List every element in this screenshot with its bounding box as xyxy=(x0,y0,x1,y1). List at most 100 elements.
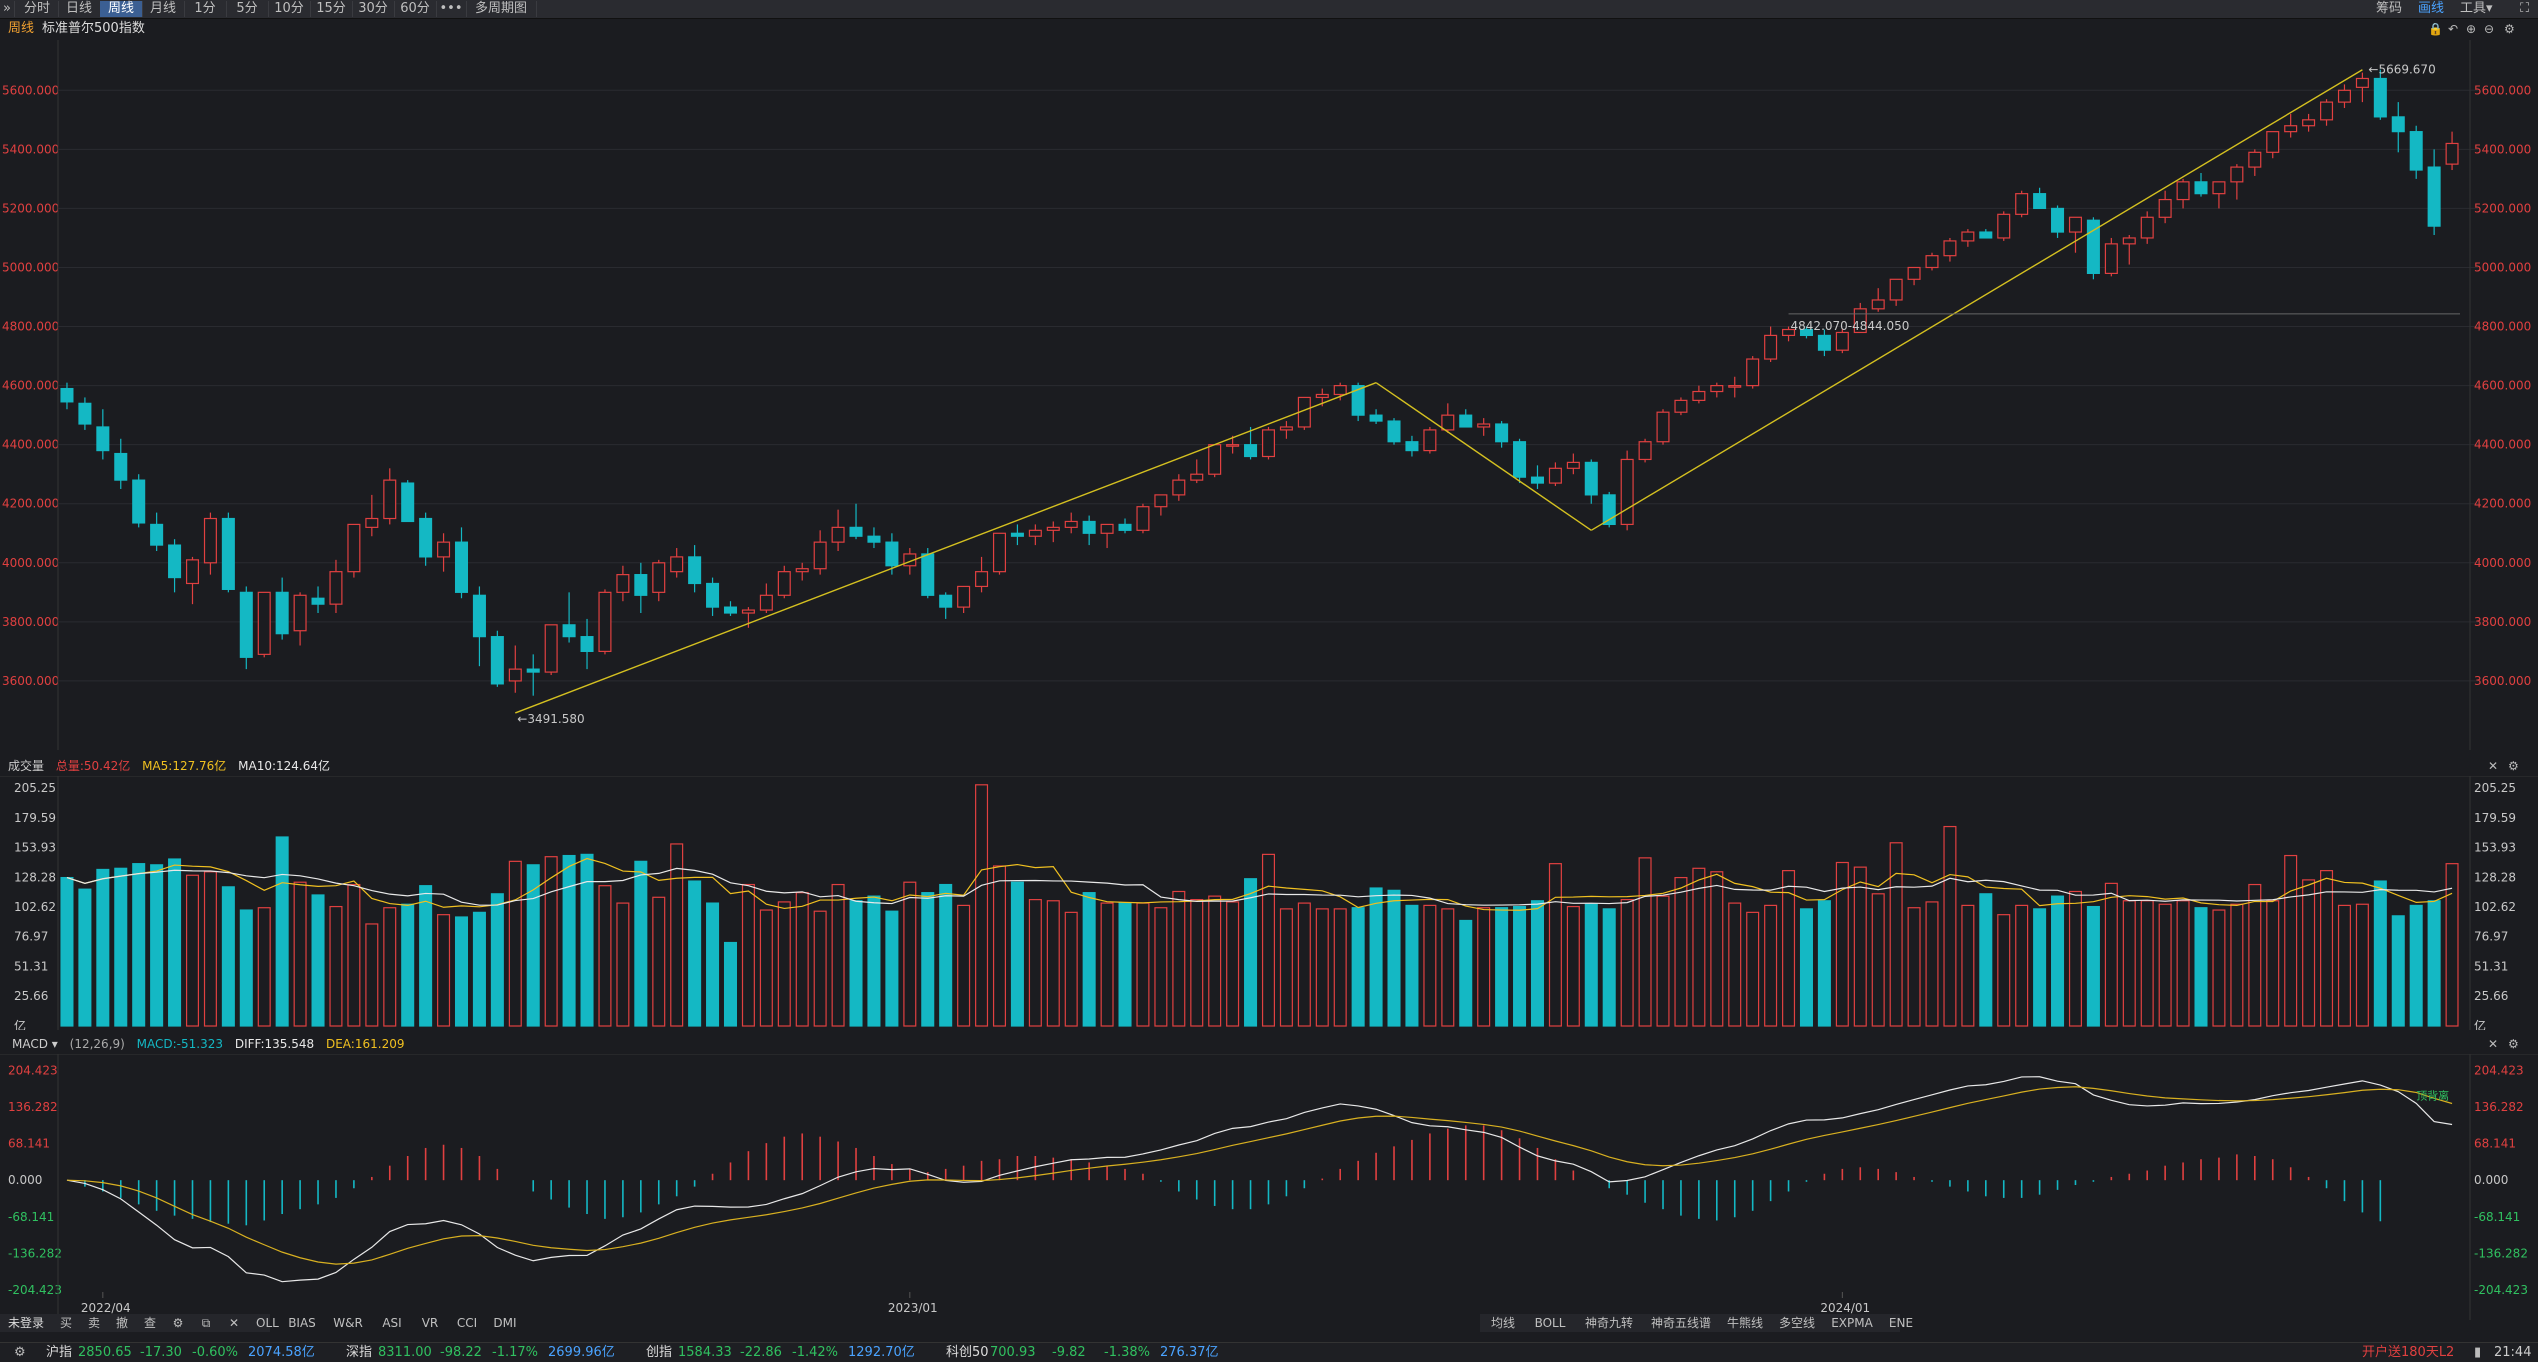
volume-bar xyxy=(1602,908,1616,1027)
overlay-tab-1[interactable]: BOLL xyxy=(1528,1314,1572,1332)
period-tab-5[interactable]: 5分 xyxy=(226,1,269,17)
indicator-tab-asi[interactable]: ASI xyxy=(374,1314,410,1332)
period-tab-9[interactable]: 60分 xyxy=(394,1,437,17)
candle-body xyxy=(419,517,433,558)
volume-title: 成交量 xyxy=(8,759,45,773)
candle-body xyxy=(1764,334,1778,360)
trade-action-2[interactable]: 撤 xyxy=(110,1314,134,1332)
collapse-arrow-icon[interactable]: » xyxy=(0,1,15,17)
period-tab-11[interactable]: 多周期图 xyxy=(466,1,537,17)
indicator-tab-oll[interactable]: OLL xyxy=(256,1314,279,1332)
candle-body xyxy=(1566,461,1580,469)
volume-bar xyxy=(1226,901,1240,1027)
indicator-tab-dmi[interactable]: DMI xyxy=(488,1314,522,1332)
overlay-tab-6[interactable]: EXPMA xyxy=(1826,1314,1878,1332)
candle-body xyxy=(831,526,845,543)
volume-bar xyxy=(1010,881,1024,1027)
draw-line-button[interactable]: 画线 xyxy=(2418,1,2444,17)
period-tab-6[interactable]: 10分 xyxy=(268,1,311,17)
macd-chart[interactable]: 204.423 204.423 136.282 136.282 68.141 68.141… xyxy=(0,1054,2538,1320)
expand-icon[interactable]: ⛶ xyxy=(2520,1,2529,17)
index-name[interactable]: 科创50 xyxy=(946,1343,989,1362)
index-name[interactable]: 深指 xyxy=(346,1343,372,1362)
trade-action-4[interactable]: ⚙ xyxy=(166,1314,190,1332)
trade-action-1[interactable]: 卖 xyxy=(82,1314,106,1332)
volume-bar xyxy=(257,907,271,1027)
undo-icon[interactable]: ↶ xyxy=(2448,22,2458,36)
volume-bar xyxy=(168,858,182,1027)
login-status[interactable]: 未登录 xyxy=(4,1314,48,1332)
candle-body xyxy=(1423,429,1437,452)
price-chart[interactable]: 5600.000 5600.000 5400.000 5400.000 5200.000… xyxy=(0,40,2538,750)
period-tab-4[interactable]: 1分 xyxy=(184,1,227,17)
volume-bar xyxy=(526,864,540,1027)
indicator-tab-cci[interactable]: CCI xyxy=(450,1314,484,1332)
add-icon[interactable]: ⊕ xyxy=(2466,22,2476,36)
indicator-tab-vr[interactable]: VR xyxy=(414,1314,446,1332)
indicator-tab-bias[interactable]: BIAS xyxy=(282,1314,322,1332)
volume-bar xyxy=(957,904,971,1027)
tools-button[interactable]: 工具▾ xyxy=(2460,1,2493,17)
period-tab-3[interactable]: 月线 xyxy=(142,1,185,17)
volume-bar xyxy=(562,854,576,1027)
candle-body xyxy=(365,517,379,528)
trade-action-6[interactable]: ✕ xyxy=(222,1314,246,1332)
trade-action-5[interactable]: ⧉ xyxy=(194,1314,218,1332)
candle-body xyxy=(1925,255,1939,269)
volume-bar xyxy=(885,910,899,1027)
close-macd-icon[interactable]: ✕ xyxy=(2488,1037,2498,1051)
candle-body xyxy=(150,523,164,546)
volume-bar xyxy=(1764,904,1778,1027)
remove-icon[interactable]: ⊖ xyxy=(2484,22,2494,36)
y-tick-right: 5200.000 xyxy=(2474,201,2531,215)
trade-action-0[interactable]: 买 xyxy=(54,1314,78,1332)
indicator-tab-wr[interactable]: W&R xyxy=(326,1314,370,1332)
volume-bar xyxy=(1584,903,1598,1027)
volume-bar xyxy=(2302,879,2316,1027)
macd-settings-icon[interactable]: ⚙ xyxy=(2508,1037,2519,1051)
macd-tick-left: -204.423 xyxy=(8,1283,62,1297)
period-tab-7[interactable]: 15分 xyxy=(310,1,353,17)
overlay-tab-0[interactable]: 均线 xyxy=(1484,1314,1522,1332)
candle-body xyxy=(347,523,361,573)
volume-bar xyxy=(2194,907,2208,1027)
overlay-tab-4[interactable]: 牛熊线 xyxy=(1722,1314,1768,1332)
settings-icon[interactable]: ⚙ xyxy=(2504,22,2515,36)
settings-icon[interactable]: ⚙ xyxy=(14,1343,26,1362)
macd-title[interactable]: MACD ▾ xyxy=(12,1037,58,1051)
volume-bar xyxy=(1674,876,1688,1027)
period-tab-8[interactable]: 30分 xyxy=(352,1,395,17)
trade-action-3[interactable]: 查 xyxy=(138,1314,162,1332)
lock-icon[interactable]: 🔒 xyxy=(2428,22,2443,36)
period-tab-2[interactable]: 周线 xyxy=(100,1,143,17)
index-name[interactable]: 创指 xyxy=(646,1343,672,1362)
close-panel-icon[interactable]: ✕ xyxy=(2488,759,2498,773)
volume-bar xyxy=(1046,900,1060,1027)
macd-tick-right: 136.282 xyxy=(2474,1100,2524,1114)
promo-link[interactable]: 开户送180天L2 xyxy=(2362,1343,2454,1362)
y-tick-right: 4400.000 xyxy=(2474,438,2531,452)
candle-body xyxy=(168,544,182,579)
candle-body xyxy=(2445,142,2459,165)
macd-tick-left: 136.282 xyxy=(8,1100,58,1114)
index-name[interactable]: 沪指 xyxy=(46,1343,72,1362)
volume-bar xyxy=(2320,870,2334,1027)
index-amount: 2074.58亿 xyxy=(248,1345,315,1360)
volume-chart[interactable]: 205.25 205.25 179.59 179.59 153.93 153.93 128.… xyxy=(0,776,2538,1030)
overlay-tab-5[interactable]: 多空线 xyxy=(1774,1314,1820,1332)
volume-bar xyxy=(365,923,379,1027)
overlay-tab-7[interactable]: ENE xyxy=(1884,1314,1918,1332)
volume-bar xyxy=(1692,867,1706,1027)
vol-tick-right: 153.93 xyxy=(2474,841,2516,855)
period-tab-10[interactable]: ••• xyxy=(436,1,467,17)
chips-button[interactable]: 筹码 xyxy=(2376,1,2402,17)
overlay-tab-2[interactable]: 神奇九转 xyxy=(1578,1314,1640,1332)
candle-body xyxy=(96,426,110,452)
candle-body xyxy=(2391,116,2405,133)
candle-body xyxy=(1728,385,1742,388)
overlay-tab-3[interactable]: 神奇五线谱 xyxy=(1646,1314,1716,1332)
panel-settings-icon[interactable]: ⚙ xyxy=(2508,759,2519,773)
period-tab-1[interactable]: 日线 xyxy=(58,1,101,17)
candle-body xyxy=(849,526,863,537)
period-tab-0[interactable]: 分时 xyxy=(16,1,59,17)
